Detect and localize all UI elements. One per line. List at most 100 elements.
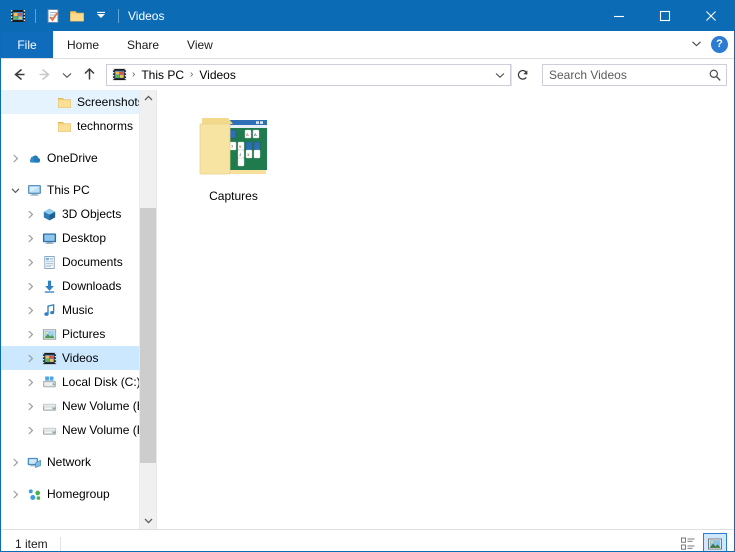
sidebar-item-label: technorms: [77, 119, 134, 133]
sidebar-item-label: New Volume (F:): [62, 423, 152, 437]
sidebar-item-local-disk-c[interactable]: Local Disk (C:): [1, 370, 141, 394]
forward-button[interactable]: [32, 63, 57, 87]
file-explorer-window: Videos File Home Share View ? › This PC …: [0, 0, 735, 552]
chevron-right-icon[interactable]: [22, 402, 39, 411]
sidebar-item-videos[interactable]: Videos: [1, 346, 141, 370]
sidebar-item-label: Screenshots: [77, 95, 144, 109]
sidebar-item-homegroup[interactable]: Homegroup: [1, 482, 141, 506]
refresh-button[interactable]: [511, 63, 534, 86]
desktop-icon: [39, 231, 59, 246]
scroll-down-icon[interactable]: [140, 512, 156, 529]
up-button[interactable]: [77, 63, 102, 87]
drive-icon: [39, 423, 59, 438]
breadcrumb-videos[interactable]: Videos: [196, 68, 238, 82]
sidebar-item-this-pc[interactable]: This PC: [1, 178, 141, 202]
sidebar-item-network[interactable]: Network: [1, 450, 141, 474]
tab-share[interactable]: Share: [113, 31, 173, 58]
breadcrumb-this-pc[interactable]: This PC: [138, 68, 187, 82]
close-button[interactable]: [688, 1, 734, 31]
sidebar-item-label: 3D Objects: [62, 207, 122, 221]
new-folder-icon[interactable]: [67, 6, 87, 26]
navigation-scrollbar[interactable]: [139, 90, 156, 529]
downloads-icon: [39, 279, 59, 294]
window-title: Videos: [128, 9, 165, 23]
breadcrumb-bar[interactable]: › This PC › Videos: [106, 63, 511, 86]
this-pc-icon: [24, 183, 44, 198]
music-icon: [39, 303, 59, 318]
sidebar-item-technorms[interactable]: technorms: [1, 114, 141, 138]
chevron-down-icon[interactable]: [7, 186, 24, 195]
sidebar-item-label: Videos: [62, 351, 99, 365]
chevron-right-icon[interactable]: [22, 282, 39, 291]
scrollbar-thumb[interactable]: [140, 208, 156, 463]
tree-group-gap: [1, 170, 141, 178]
chevron-right-icon[interactable]: [22, 426, 39, 435]
chevron-right-icon[interactable]: [7, 458, 24, 467]
chevron-right-icon[interactable]: [22, 378, 39, 387]
sidebar-item-downloads[interactable]: Downloads: [1, 274, 141, 298]
back-button[interactable]: [7, 63, 32, 87]
scroll-up-icon[interactable]: [140, 90, 156, 107]
system-drive-icon: [39, 375, 59, 390]
toolbar-separator: [35, 9, 36, 23]
sidebar-item-new-volume-e[interactable]: New Volume (E:): [1, 394, 152, 418]
search-box[interactable]: [542, 63, 727, 86]
chevron-right-icon[interactable]: [22, 210, 39, 219]
homegroup-icon: [24, 487, 44, 502]
chevron-right-icon[interactable]: [7, 490, 24, 499]
search-icon[interactable]: [704, 68, 726, 82]
videos-library-icon[interactable]: [8, 6, 28, 26]
folder-tree: Screenshots technorms OneDrive This PC 3D Ob…: [1, 90, 152, 506]
minimize-button[interactable]: [596, 1, 642, 31]
file-item-captures[interactable]: A A 5 7 9: [185, 102, 282, 204]
folder-icon: [54, 119, 74, 134]
properties-icon[interactable]: [43, 6, 63, 26]
status-divider: [59, 536, 61, 551]
ribbon-right-controls: ?: [690, 31, 728, 58]
maximize-button[interactable]: [642, 1, 688, 31]
tree-group-gap: [1, 442, 141, 450]
chevron-right-icon[interactable]: [7, 154, 24, 163]
sidebar-item-3d-objects[interactable]: 3D Objects: [1, 202, 141, 226]
chevron-down-icon[interactable]: [490, 69, 510, 81]
sidebar-item-screenshots[interactable]: Screenshots: [1, 90, 144, 114]
sidebar-item-music[interactable]: Music: [1, 298, 141, 322]
chevron-right-icon[interactable]: [22, 306, 39, 315]
expand-ribbon-icon[interactable]: [690, 37, 703, 53]
tab-home[interactable]: Home: [53, 31, 113, 58]
file-list-view[interactable]: A A 5 7 9: [157, 90, 734, 529]
address-bar: › This PC › Videos: [1, 59, 734, 90]
chevron-right-icon[interactable]: [22, 234, 39, 243]
ribbon-tab-bar: File Home Share View ?: [1, 31, 734, 59]
sidebar-item-pictures[interactable]: Pictures: [1, 322, 141, 346]
onedrive-icon: [24, 151, 44, 166]
recent-locations-button[interactable]: [57, 63, 77, 87]
title-bar: Videos: [1, 1, 734, 31]
sidebar-item-label: Music: [62, 303, 94, 317]
chevron-right-icon[interactable]: [22, 258, 39, 267]
tree-group-gap: [1, 474, 141, 482]
sidebar-item-onedrive[interactable]: OneDrive: [1, 146, 141, 170]
sidebar-item-desktop[interactable]: Desktop: [1, 226, 141, 250]
tab-file[interactable]: File: [1, 31, 53, 58]
sidebar-item-label: Network: [47, 455, 92, 469]
tree-group-gap: [1, 138, 141, 146]
sidebar-item-documents[interactable]: Documents: [1, 250, 141, 274]
svg-text:A: A: [254, 132, 257, 137]
tab-view[interactable]: View: [173, 31, 227, 58]
chevron-right-icon[interactable]: [22, 354, 39, 363]
item-count-label: 1 item: [15, 537, 48, 551]
large-icons-view-button[interactable]: [703, 533, 727, 551]
breadcrumb-separator-2[interactable]: ›: [187, 69, 196, 80]
drive-icon: [39, 399, 59, 414]
details-view-button[interactable]: [676, 533, 700, 551]
search-input[interactable]: [543, 67, 704, 82]
pictures-icon: [39, 327, 59, 342]
customize-quick-access-icon[interactable]: [91, 6, 111, 26]
svg-text:A: A: [246, 132, 249, 137]
svg-text:J: J: [239, 152, 241, 157]
chevron-right-icon[interactable]: [22, 330, 39, 339]
sidebar-item-label: Desktop: [62, 231, 107, 245]
help-icon[interactable]: ?: [711, 36, 728, 53]
sidebar-item-new-volume-f[interactable]: New Volume (F:): [1, 418, 151, 442]
